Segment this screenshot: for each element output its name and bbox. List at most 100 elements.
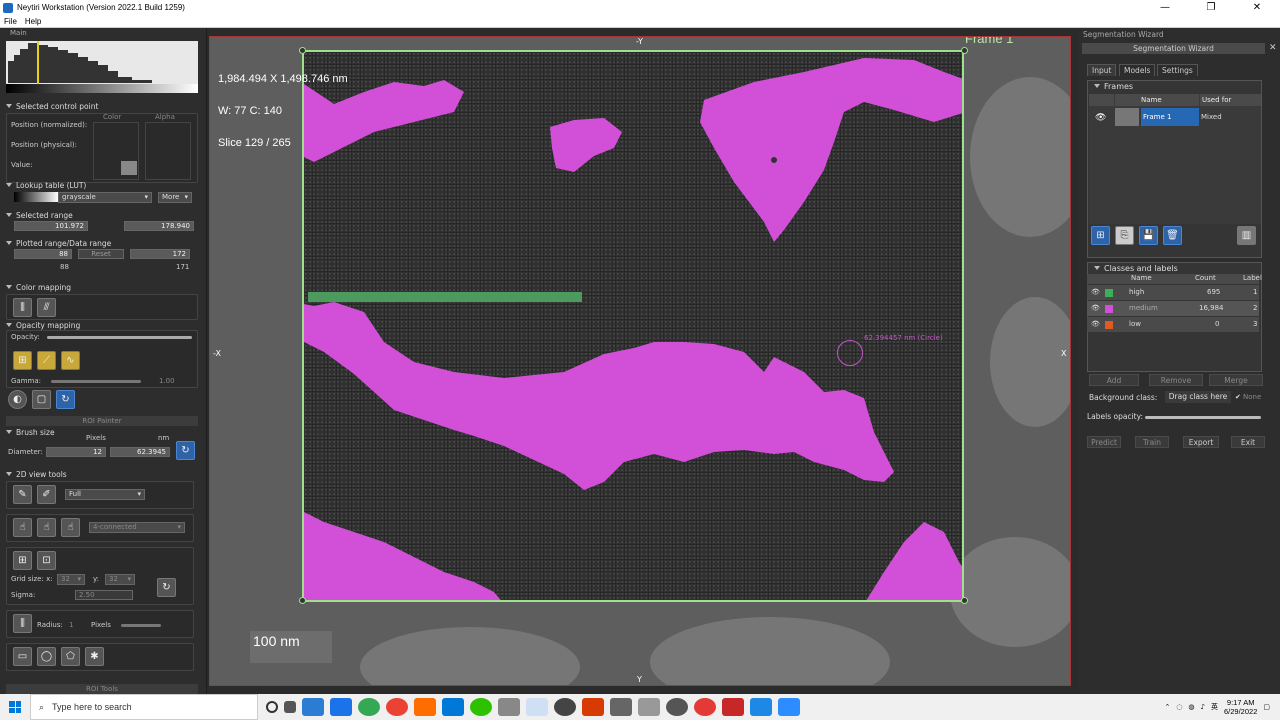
grid-x-field[interactable]: 32 [57,574,85,585]
sigma-field[interactable]: 2.50 [75,590,133,600]
diameter-nm-field[interactable]: 62.3945 [110,447,170,457]
import-frame-icon[interactable]: ⎘ [1115,226,1134,245]
radius-tool-icon[interactable]: ⫼ [13,614,32,633]
predict-button[interactable]: Predict [1087,436,1121,448]
merge-class-button[interactable]: Merge [1209,374,1263,386]
lasso-tool-icon[interactable]: ✱ [85,647,104,666]
class-row[interactable]: 👁 low 0 3 [1087,317,1259,332]
add-class-button[interactable]: Add [1089,374,1139,386]
tab-settings[interactable]: Settings [1157,64,1198,76]
eye-icon[interactable]: 👁 [1095,113,1106,123]
plotted-min-field[interactable]: 88 [14,249,72,259]
frame-icon[interactable]: ▢ [32,390,51,409]
background-class-drop[interactable]: Drag class here [1165,391,1231,403]
app-icon-10[interactable] [694,698,716,716]
tray-mic-icon[interactable]: ◍ [1188,703,1194,711]
class-color-swatch[interactable] [1105,289,1113,297]
lut-more-button[interactable]: More [158,192,192,203]
invert-icon[interactable]: ◐ [8,390,27,409]
task-view-icon[interactable] [284,701,296,713]
circle-tool-icon[interactable]: ◯ [37,647,56,666]
eye-icon[interactable]: 👁 [1091,301,1100,316]
connectivity-dropdown[interactable]: 4-connected [89,522,185,533]
tray-chevron-icon[interactable]: ⌃ [1164,703,1170,711]
range-max-field[interactable]: 178.940 [124,221,194,231]
app-icon-6[interactable] [554,698,576,716]
app-icon-4[interactable] [498,698,520,716]
app-icon-5[interactable] [526,698,548,716]
wizard-close-icon[interactable]: ✕ [1269,43,1277,53]
chrome-icon[interactable] [358,698,380,716]
fill-3-tool-icon[interactable]: ☝ [61,518,80,537]
image-viewer[interactable]: 1,984.494 X 1,498.746 nm W: 77 C: 140 Sl… [209,36,1071,686]
frame-handle-tr[interactable] [961,47,968,54]
add-frame-icon[interactable]: ⊞ [1091,226,1110,245]
notification-icon[interactable]: ▢ [1263,703,1270,711]
reset-button[interactable]: Reset [78,249,124,259]
tab-input[interactable]: Input [1087,64,1117,76]
gamma-slider[interactable] [51,380,141,383]
opacity-ramp-icon[interactable]: ⟋ [37,351,56,370]
settings-icon[interactable] [666,698,688,716]
segmentation-frame[interactable] [302,50,964,602]
polygon-tool-icon[interactable]: ⬠ [61,647,80,666]
zoom-icon[interactable] [778,698,800,716]
brush-mode-dropdown[interactable]: Full [65,489,145,500]
class-row[interactable]: 👁 high 695 1 [1087,285,1259,300]
class-row[interactable]: 👁 medium 16,984 2 [1087,301,1259,316]
browser-icon[interactable] [386,698,408,716]
tray-lang[interactable]: 英 [1211,702,1218,712]
diameter-pixels-field[interactable]: 12 [46,447,106,457]
stats-icon[interactable]: ▥ [1237,226,1256,245]
opacity-curve-icon[interactable]: ∿ [61,351,80,370]
minimize-button[interactable]: — [1142,0,1188,15]
brush-tool-icon[interactable]: ✎ [13,485,32,504]
maximize-button[interactable]: ❐ [1188,0,1234,15]
link-icon[interactable]: ↻ [176,441,195,460]
refresh-icon[interactable]: ↻ [56,390,75,409]
start-button[interactable] [0,694,30,720]
fill-2-tool-icon[interactable]: ☝ [37,518,56,537]
eye-icon[interactable]: 👁 [1091,317,1100,332]
tab-models[interactable]: Models [1119,64,1156,76]
tray-volume-icon[interactable]: ♪ [1201,703,1205,711]
class-color-swatch[interactable] [1105,305,1113,313]
menu-help[interactable]: Help [21,17,45,26]
taskbar-search[interactable]: ⌕ Type here to search [30,694,258,720]
app-icon-1[interactable] [302,698,324,716]
mail-icon[interactable] [442,698,464,716]
collapse-icon[interactable] [6,104,12,108]
range-min-field[interactable]: 101.972 [14,221,88,231]
none-checkbox-icon[interactable]: ✔ [1235,393,1241,401]
app-icon-7[interactable] [582,698,604,716]
color-map-linear-icon[interactable]: ⫼ [13,298,32,317]
grid-y-field[interactable]: 32 [105,574,135,585]
eye-icon[interactable]: 👁 [1091,285,1100,300]
frame-handle-tl[interactable] [299,47,306,54]
opacity-flat-icon[interactable]: ⊞ [13,351,32,370]
radius-slider[interactable] [121,624,161,627]
plotted-max-field[interactable]: 172 [130,249,190,259]
save-frame-icon[interactable]: 💾 [1139,226,1158,245]
frame-row-name[interactable]: Frame 1 [1141,108,1199,126]
export-button[interactable]: Export [1183,436,1219,448]
reset-grid-icon[interactable]: ↻ [157,578,176,597]
color-map-step-icon[interactable]: ⫻ [37,298,56,317]
tray-network-icon[interactable]: ◌ [1176,703,1182,711]
app-icon-11[interactable] [722,698,744,716]
wechat-icon[interactable] [470,698,492,716]
grid-tool-icon[interactable]: ⊞ [13,551,32,570]
app-icon-9[interactable] [638,698,660,716]
color-swatch[interactable] [121,161,137,175]
cortana-icon[interactable] [266,701,278,713]
class-color-swatch[interactable] [1105,321,1113,329]
app-icon-2[interactable] [330,698,352,716]
fill-tool-icon[interactable]: ☝ [13,518,32,537]
delete-frame-icon[interactable]: 🗑 [1163,226,1182,245]
grid-2-tool-icon[interactable]: ⊡ [37,551,56,570]
opacity-slider[interactable] [47,336,192,339]
rectangle-tool-icon[interactable]: ▭ [13,647,32,666]
labels-opacity-slider[interactable] [1145,416,1261,419]
exit-button[interactable]: Exit [1231,436,1265,448]
train-button[interactable]: Train [1135,436,1169,448]
